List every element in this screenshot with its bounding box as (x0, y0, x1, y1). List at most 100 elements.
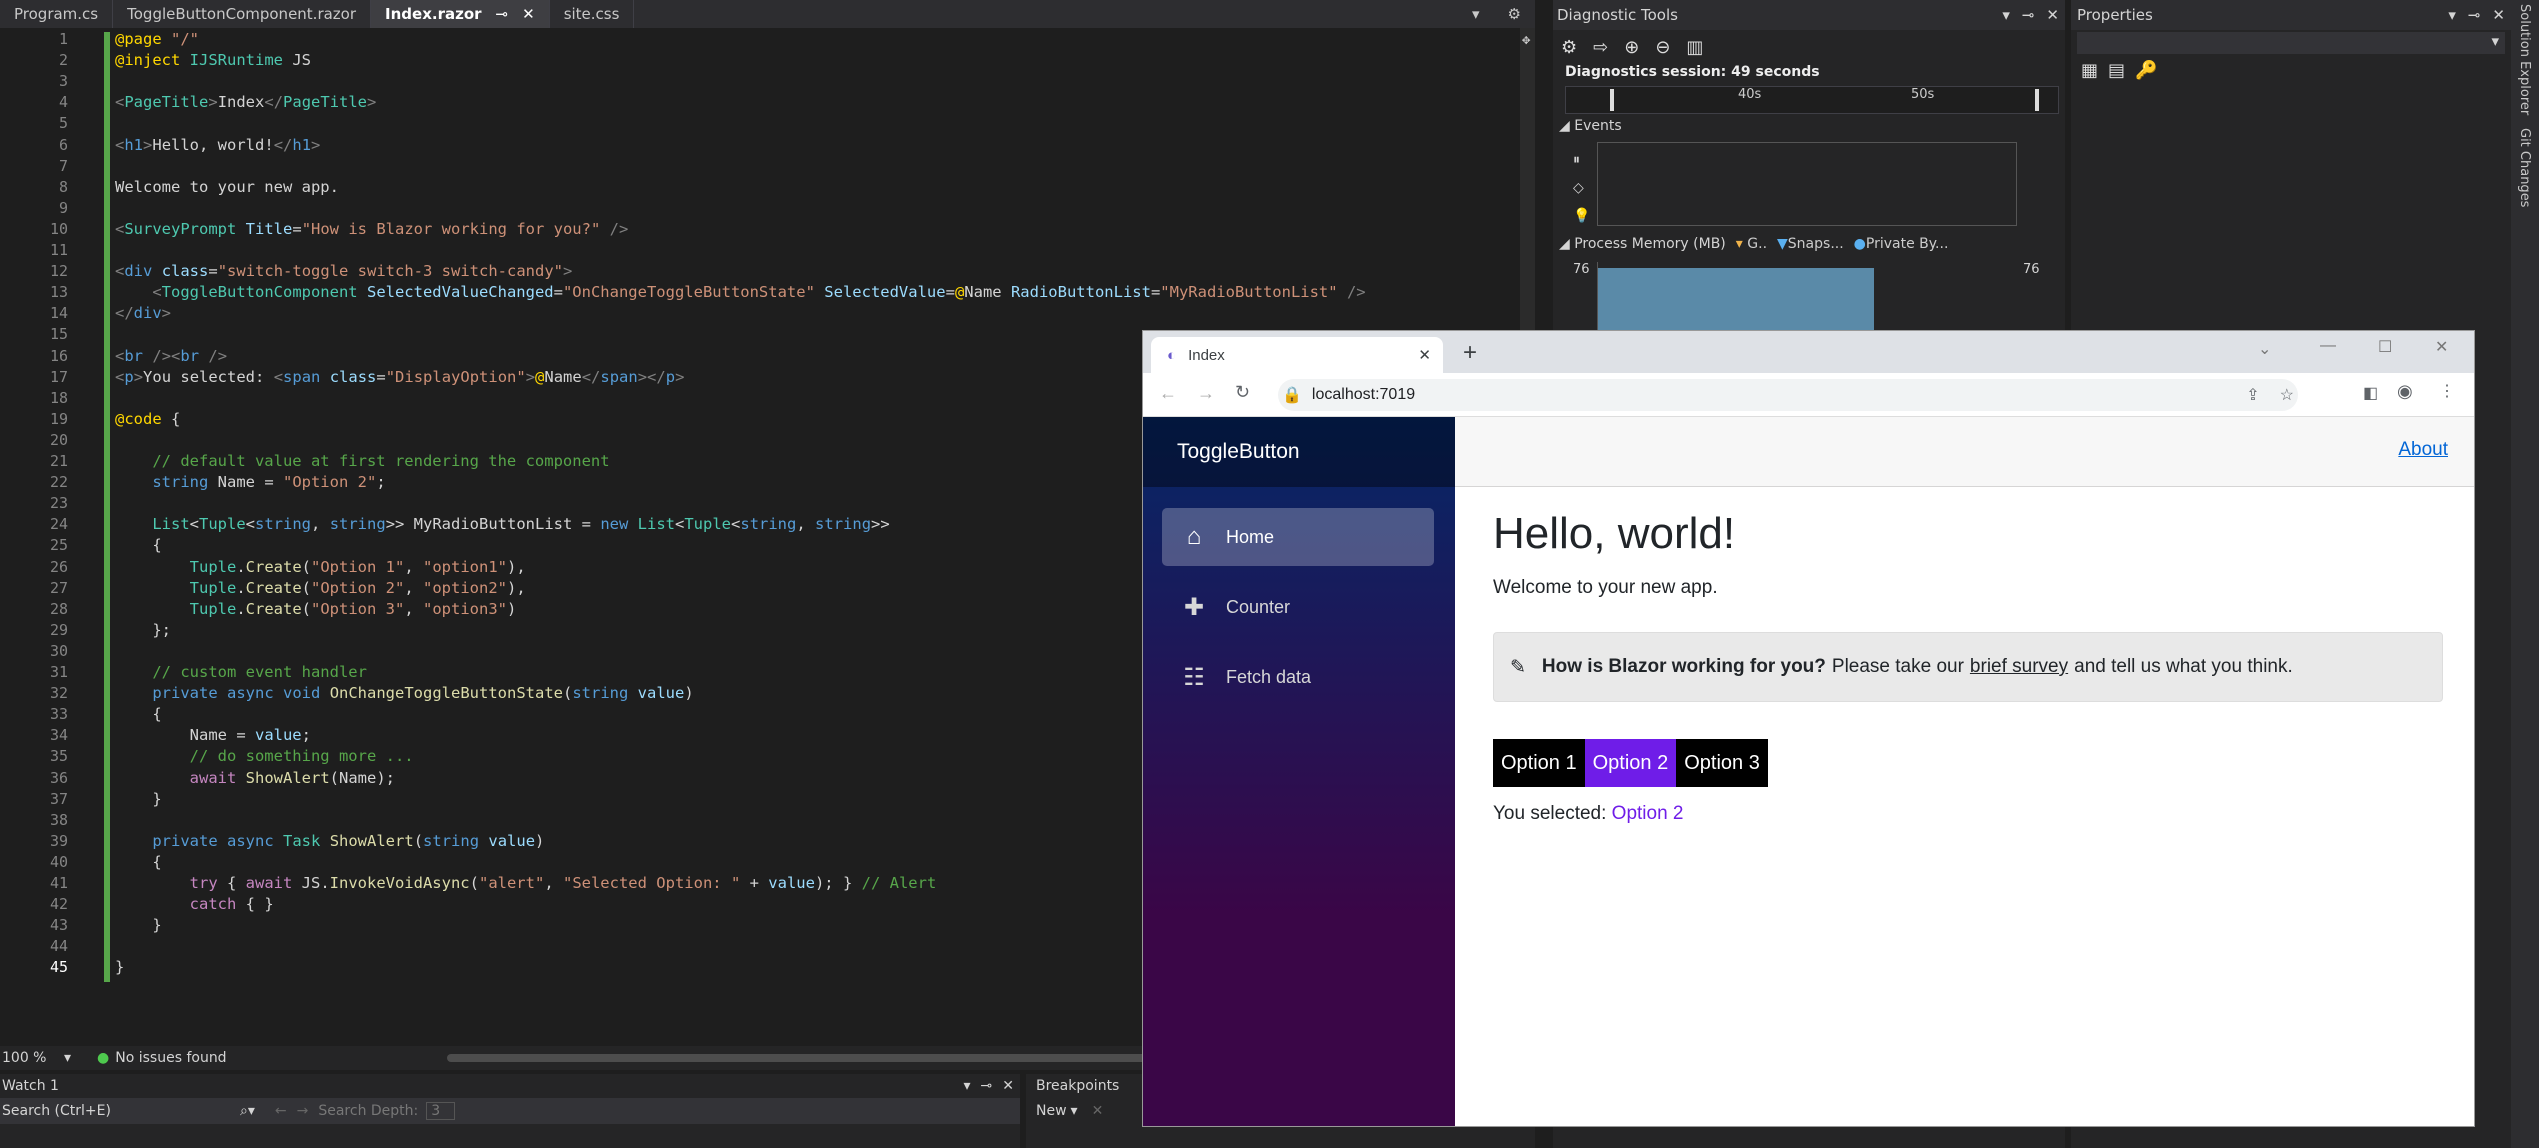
code-line[interactable]: }; (115, 621, 171, 639)
code-line[interactable]: <SurveyPrompt Title="How is Blazor worki… (115, 220, 628, 238)
code-line[interactable]: <br /><br /> (115, 347, 227, 365)
code-line[interactable]: { (115, 705, 161, 723)
tab-list-dropdown-icon[interactable]: ▾ (1458, 0, 1494, 28)
watch-search-input[interactable]: Search (Ctrl+E) (0, 1103, 240, 1119)
close-window-icon[interactable]: ✕ (2435, 337, 2448, 357)
code-line[interactable]: @inject IJSRuntime JS (115, 51, 311, 69)
code-line[interactable]: await ShowAlert(Name); (115, 769, 395, 787)
property-pages-icon[interactable]: 🔑 (2135, 60, 2157, 81)
back-icon[interactable]: ← (1159, 383, 1177, 404)
code-line[interactable]: @code { (115, 410, 180, 428)
toggle-option-2[interactable]: Option 2 (1584, 739, 1677, 787)
code-line[interactable]: <p>You selected: <span class="DisplayOpt… (115, 368, 684, 386)
survey-link[interactable]: brief survey (1970, 656, 2068, 678)
timeline-start-handle[interactable] (1610, 89, 1614, 111)
menu-icon[interactable]: ⋮ (2439, 381, 2455, 401)
code-line[interactable]: { (115, 536, 161, 554)
delete-icon[interactable]: ✕ (1092, 1103, 1104, 1119)
props-menu-icon[interactable]: ▾ (2448, 6, 2456, 24)
minimize-icon[interactable]: — (2320, 337, 2336, 355)
profile-icon[interactable]: ◉ (2397, 381, 2413, 402)
code-line[interactable]: } (115, 916, 161, 934)
export-icon[interactable]: ⇨ (1593, 37, 1608, 58)
watch-close-icon[interactable]: ✕ (1002, 1078, 1014, 1094)
timeline-end-handle[interactable] (2035, 89, 2039, 111)
toggle-option-1[interactable]: Option 1 (1493, 739, 1585, 787)
code-line[interactable]: catch { } (115, 895, 274, 913)
nav-home[interactable]: ⌂ Home (1162, 508, 1434, 566)
nav-counter[interactable]: ✚ Counter (1162, 578, 1434, 636)
tab-index-razor[interactable]: Index.razor ⊸ ✕ (371, 0, 550, 28)
git-changes-tab[interactable]: Git Changes (2517, 128, 2532, 207)
tab-togglebuttoncomponent-razor[interactable]: ToggleButtonComponent.razor (113, 0, 372, 28)
watch-pin-icon[interactable]: ⊸ (981, 1078, 993, 1094)
tab-site-css[interactable]: site.css (550, 0, 635, 28)
back-arrow-icon[interactable]: ← (275, 1103, 287, 1119)
code-line[interactable]: <div class="switch-toggle switch-3 switc… (115, 262, 572, 280)
issues-status[interactable]: No issues found (115, 1050, 226, 1066)
browser-tab-close-icon[interactable]: ✕ (1418, 346, 1431, 364)
diag-pin-icon[interactable]: ⊸ (2022, 6, 2035, 24)
solution-explorer-tab[interactable]: Solution Explorer (2517, 4, 2532, 115)
tab-program-cs[interactable]: Program.cs (0, 0, 114, 28)
close-icon[interactable]: ✕ (522, 5, 535, 23)
zoom-level[interactable]: 100 % (0, 1050, 64, 1066)
nav-fetch-data[interactable]: ☷ Fetch data (1162, 648, 1434, 706)
chart-icon[interactable]: ▥ (1686, 37, 1703, 58)
toggle-option-3[interactable]: Option 3 (1676, 739, 1768, 787)
code-line[interactable]: private async Task ShowAlert(string valu… (115, 832, 544, 850)
url-input[interactable]: 🔒 localhost:7019 ⇪ ☆ (1278, 379, 2298, 411)
events-header[interactable]: ◢ Events (1559, 118, 1622, 134)
split-icon[interactable]: ✥ (1522, 32, 1530, 48)
new-breakpoint-button[interactable]: New (1036, 1103, 1067, 1119)
memory-toggle[interactable]: ◢ Process Memory (MB) (1559, 236, 1726, 252)
code-line[interactable]: } (115, 790, 161, 808)
forward-icon[interactable]: → (1197, 383, 1215, 404)
forward-arrow-icon[interactable]: → (297, 1103, 309, 1119)
share-icon[interactable]: ⇪ (2246, 385, 2259, 405)
code-line[interactable]: // do something more ... (115, 747, 414, 765)
watch-menu-icon[interactable]: ▾ (964, 1078, 971, 1094)
new-tab-icon[interactable]: + (1463, 339, 1477, 367)
properties-object-select[interactable]: ▾ (2077, 32, 2505, 54)
zoom-in-icon[interactable]: ⊕ (1624, 37, 1639, 58)
code-line[interactable]: { (115, 853, 161, 871)
props-close-icon[interactable]: ✕ (2492, 6, 2505, 24)
code-line[interactable]: <ToggleButtonComponent SelectedValueChan… (115, 283, 1365, 301)
about-link[interactable]: About (2398, 439, 2448, 461)
categorized-icon[interactable]: ▦ (2081, 60, 2098, 81)
app-brand[interactable]: ToggleButton (1143, 417, 1455, 487)
code-line[interactable]: Tuple.Create("Option 2", "option2"), (115, 579, 526, 597)
search-icon[interactable]: ⌕▾ (240, 1103, 255, 1119)
gear-icon[interactable]: ⚙ (1561, 37, 1577, 58)
diag-close-icon[interactable]: ✕ (2046, 6, 2059, 24)
star-icon[interactable]: ☆ (2280, 385, 2294, 405)
sidepanel-icon[interactable]: ◧ (2363, 383, 2378, 403)
alphabetical-icon[interactable]: ▤ (2108, 60, 2125, 81)
code-line[interactable]: string Name = "Option 2"; (115, 473, 385, 491)
browser-tab-index[interactable]: ◐ Index ✕ (1151, 337, 1443, 373)
code-line[interactable]: Tuple.Create("Option 1", "option1"), (115, 558, 526, 576)
search-depth-select[interactable]: 3 (426, 1102, 456, 1120)
tab-search-icon[interactable]: ⌄ (2258, 339, 2271, 359)
timeline-ruler[interactable]: 40s 50s (1565, 86, 2059, 114)
horizontal-scrollbar[interactable] (446, 1054, 1247, 1062)
code-line[interactable]: // custom event handler (115, 663, 367, 681)
new-dropdown-icon[interactable]: ▾ (1071, 1103, 1078, 1119)
code-line[interactable]: private async void OnChangeToggleButtonS… (115, 684, 693, 702)
code-line[interactable]: } (115, 958, 124, 976)
code-line[interactable]: try { await JS.InvokeVoidAsync("alert", … (115, 874, 937, 892)
code-line[interactable]: List<Tuple<string, string>> MyRadioButto… (115, 515, 889, 533)
pin-icon[interactable]: ⊸ (496, 5, 509, 23)
props-pin-icon[interactable]: ⊸ (2468, 6, 2481, 24)
code-line[interactable]: @page "/" (115, 30, 199, 48)
code-line[interactable]: // default value at first rendering the … (115, 452, 609, 470)
code-line[interactable]: Welcome to your new app. (115, 178, 339, 196)
maximize-icon[interactable]: ☐ (2378, 337, 2392, 357)
zoom-dropdown-icon[interactable]: ▾ (64, 1050, 71, 1066)
settings-icon[interactable]: ⚙ (1494, 0, 1535, 28)
reload-icon[interactable]: ↻ (1235, 382, 1250, 403)
code-line[interactable]: <h1>Hello, world!</h1> (115, 136, 320, 154)
code-line[interactable]: Tuple.Create("Option 3", "option3") (115, 600, 517, 618)
zoom-out-icon[interactable]: ⊖ (1655, 37, 1670, 58)
